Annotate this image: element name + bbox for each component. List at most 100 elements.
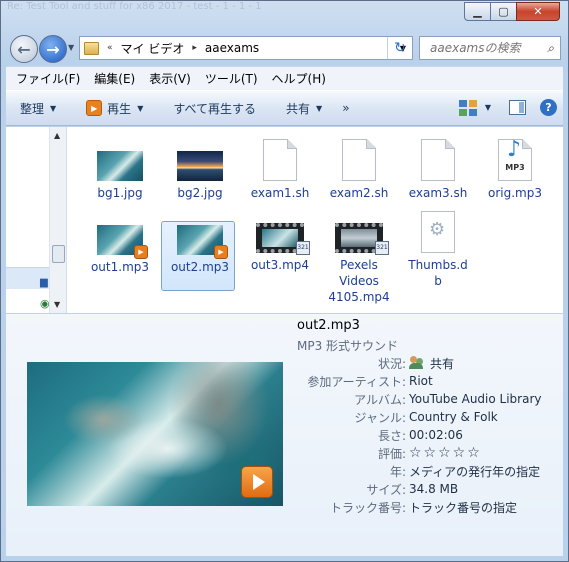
window-caption: Re: Test Tool and stuff for x86 2017 - t…	[7, 1, 262, 12]
play-badge-icon: ▶	[214, 245, 228, 259]
help-icon[interactable]: ?	[540, 99, 557, 116]
prop-key: アルバム:	[354, 392, 406, 407]
change-view-icon[interactable]	[458, 99, 477, 116]
file-item[interactable]: bg1.jpg	[83, 151, 157, 201]
prop-key: 状況:	[377, 356, 406, 371]
prop-row-year: 年: メディアの発行年の指定	[258, 462, 558, 480]
prop-value: 共有	[430, 356, 455, 371]
prop-key: 年:	[389, 464, 406, 479]
play-all-button[interactable]: すべて再生する	[173, 100, 256, 117]
scroll-thumb[interactable]	[52, 245, 65, 263]
prop-key: サイズ:	[366, 482, 406, 497]
forward-button[interactable]: →	[39, 35, 67, 63]
album-art-preview	[27, 362, 283, 506]
prop-row-track: トラック番号: トラック番号の指定	[258, 498, 558, 516]
back-button[interactable]: ←	[10, 35, 38, 63]
video-badge-icon: 321	[296, 241, 310, 255]
music-note-icon: ♪ MP3	[498, 139, 532, 181]
chevron-down-icon[interactable]: ▼	[485, 103, 491, 112]
scroll-down-icon[interactable]: ▼	[54, 300, 60, 309]
shared-users-icon	[409, 356, 425, 370]
navigation-pane[interactable]: ▆ ◉ ▲ ▼	[6, 127, 67, 313]
rating-stars-icon[interactable]: ☆☆☆☆☆	[409, 445, 482, 461]
file-name-line-1: Thumbs.d	[408, 258, 468, 272]
file-list: bg1.jpg bg2.jpg exam1.sh exam2.sh exam3.…	[67, 127, 563, 313]
breadcrumb-separator-icon[interactable]: ▸	[192, 43, 197, 53]
play-button[interactable]: ▶ 再生 ▼	[86, 100, 143, 117]
organize-button[interactable]: 整理 ▼	[20, 100, 56, 117]
menu-help[interactable]: ヘルプ(H)	[272, 70, 326, 87]
computer-icon[interactable]: ▆	[40, 277, 48, 288]
video-thumbnail-icon: 321	[256, 223, 310, 255]
nav-scrollbar[interactable]: ▲ ▼	[49, 127, 66, 313]
organize-label: 整理	[20, 101, 45, 116]
mp3-label: MP3	[505, 163, 525, 172]
file-name: exam2.sh	[329, 186, 389, 200]
details-title: out2.mp3	[297, 318, 360, 333]
menu-tools[interactable]: ツール(T)	[205, 70, 258, 87]
file-item[interactable]: 321 out3.mp4	[243, 223, 317, 273]
close-icon[interactable]: ✕	[516, 2, 560, 21]
chevron-down-icon: ▼	[50, 103, 57, 113]
prop-row-artist: 参加アーティスト: Riot	[258, 372, 558, 390]
file-item[interactable]: 321 Pexels Videos 4105.mp4	[322, 223, 396, 305]
menu-view[interactable]: 表示(V)	[149, 70, 191, 87]
play-all-label: すべて再生する	[173, 101, 257, 116]
file-item[interactable]: ♪ MP3 orig.mp3	[478, 139, 552, 201]
prop-key: 長さ:	[377, 428, 406, 443]
prop-value-wrap: 共有	[409, 355, 454, 372]
audio-thumbnail-icon: ▶	[97, 225, 148, 259]
image-thumbnail-icon	[177, 151, 223, 181]
video-badge-icon: 321	[375, 241, 389, 255]
file-item[interactable]: bg2.jpg	[163, 151, 237, 201]
prop-key: 参加アーティスト:	[307, 374, 406, 389]
prop-row-length: 長さ: 00:02:06	[258, 426, 558, 444]
search-icon[interactable]: ⌕	[547, 41, 554, 56]
file-name: out3.mp4	[250, 258, 310, 272]
prop-value: 00:02:06	[409, 428, 463, 442]
recent-pages-dropdown[interactable]: ▼	[68, 43, 74, 52]
properties-list: 状況: 共有 参加アーティスト: Riot アルバム: YouTube Audi…	[258, 354, 558, 516]
prop-key: ジャンル:	[354, 410, 406, 425]
prop-key: 評価:	[377, 446, 406, 461]
search-input[interactable]	[428, 40, 536, 56]
prop-value[interactable]: YouTube Audio Library	[409, 392, 542, 406]
more-commands-button[interactable]: »	[342, 101, 349, 115]
menu-file[interactable]: ファイル(F)	[16, 70, 80, 87]
file-name: exam3.sh	[408, 186, 468, 200]
file-item[interactable]: exam1.sh	[243, 139, 317, 201]
file-item[interactable]: ▶ out1.mp3	[83, 225, 157, 275]
menu-edit[interactable]: 編集(E)	[94, 70, 135, 87]
prop-row-size: サイズ: 34.8 MB	[258, 480, 558, 498]
minimize-icon[interactable]: ▁	[464, 2, 491, 21]
prop-value[interactable]: Country & Folk	[409, 410, 498, 424]
details-type: MP3 形式サウンド	[297, 339, 399, 353]
refresh-icon[interactable]: ↻	[387, 37, 412, 59]
file-name: exam1.sh	[250, 186, 310, 200]
file-item[interactable]: exam3.sh	[401, 139, 475, 201]
prop-value[interactable]: Riot	[409, 374, 433, 388]
chevron-down-icon: ▼	[137, 103, 144, 113]
scroll-up-icon[interactable]: ▲	[54, 131, 60, 140]
file-item[interactable]: ⚙ Thumbs.d b	[401, 211, 475, 289]
address-bar[interactable]: « マイ ビデオ ▸ aaexams ▼	[79, 36, 413, 60]
document-icon	[263, 139, 297, 181]
share-button[interactable]: 共有 ▼	[286, 100, 322, 117]
file-item[interactable]: exam2.sh	[322, 139, 396, 201]
preview-pane-icon[interactable]	[509, 100, 526, 115]
play-badge-icon: ▶	[134, 245, 148, 259]
prop-row-status: 状況: 共有	[258, 354, 558, 372]
breadcrumb-my-videos[interactable]: マイ ビデオ	[121, 40, 185, 57]
search-box[interactable]: ⌕	[419, 36, 561, 60]
file-name-line-1: Pexels	[340, 258, 378, 272]
prop-value[interactable]: トラック番号の指定	[409, 499, 517, 516]
breadcrumb-aaexams[interactable]: aaexams	[205, 41, 259, 55]
maximize-icon[interactable]: ▢	[490, 2, 517, 21]
file-name-line-3: 4105.mp4	[328, 290, 390, 304]
file-item-selected[interactable]: ▶ out2.mp3	[161, 221, 237, 291]
prop-value[interactable]: メディアの発行年の指定	[409, 463, 540, 480]
view-controls: ▼ ?	[458, 99, 557, 116]
file-name: out1.mp3	[90, 260, 150, 274]
address-overflow[interactable]: «	[107, 43, 113, 53]
command-bar: 整理 ▼ ▶ 再生 ▼ すべて再生する 共有 ▼ » ▼ ?	[6, 90, 563, 126]
